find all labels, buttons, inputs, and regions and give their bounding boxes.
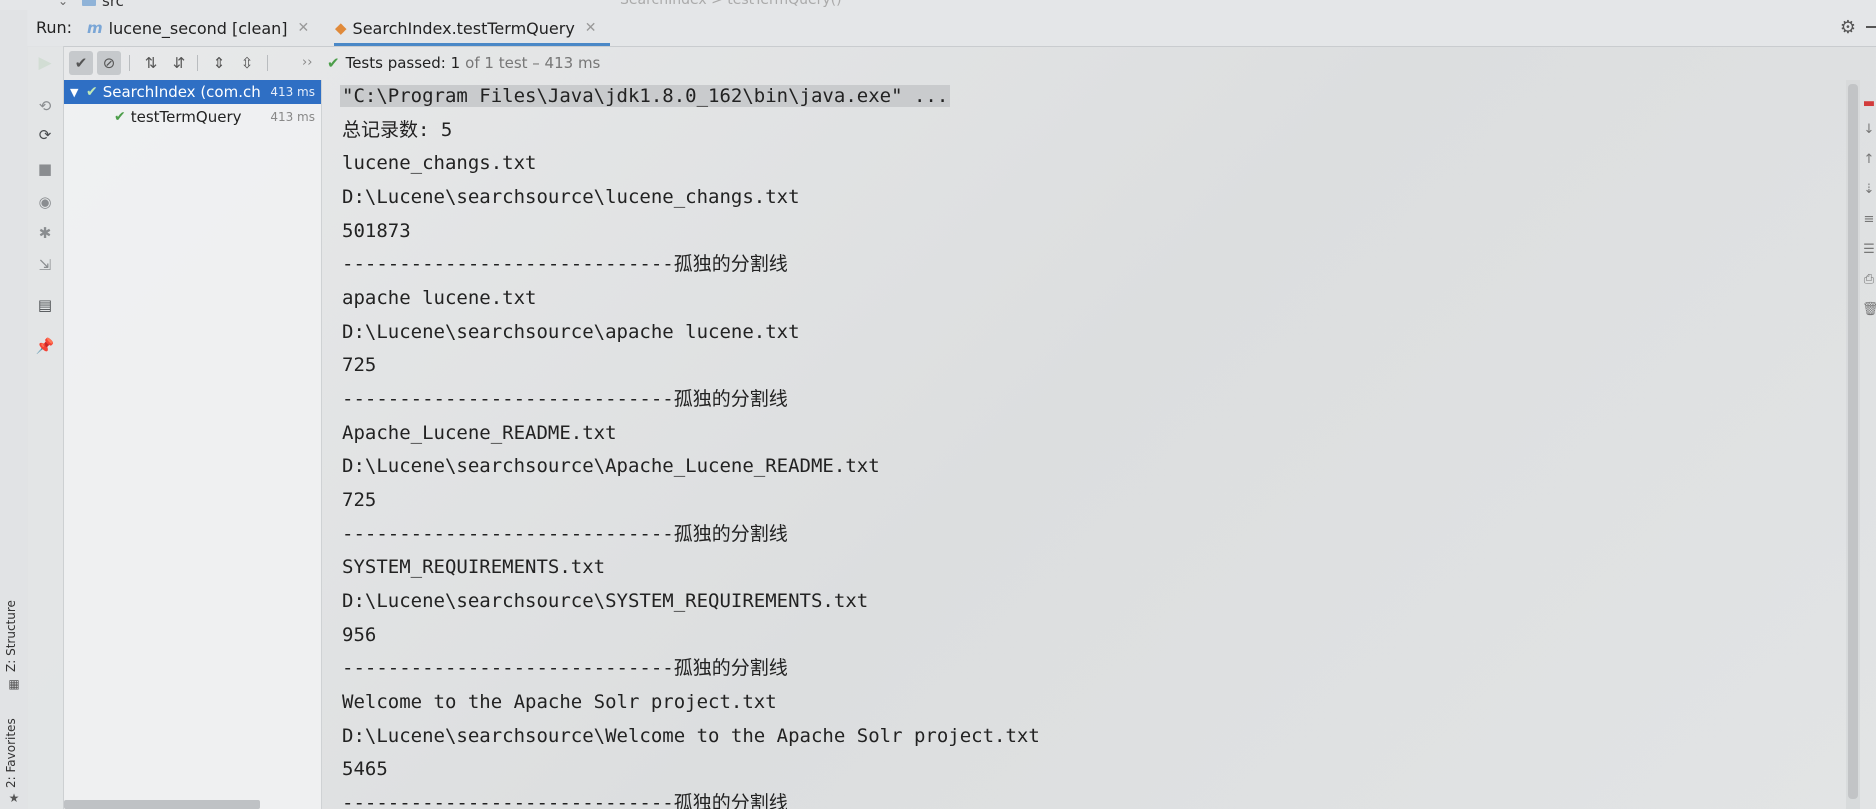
sort-alphabetically-button[interactable]: ⇅ (139, 51, 163, 75)
tree-item-label: SearchIndex (com.ch (102, 83, 261, 101)
project-tree-src-label[interactable]: src (102, 0, 124, 10)
minimize-icon[interactable] (1866, 26, 1876, 28)
check-icon: ✔ (327, 54, 340, 72)
rerun-failed-icon[interactable]: ⟲ (35, 96, 55, 116)
tree-item-time: 413 ms (270, 85, 315, 99)
check-icon: ✔ (86, 84, 98, 100)
console-line: 956 (342, 624, 377, 646)
scroll-to-end-icon[interactable]: ⇣ (1862, 182, 1876, 197)
favorites-tool-tab[interactable]: 2: Favorites (4, 718, 18, 788)
test-results-tree: ▼ ✔ SearchIndex (com.ch 413 ms ✔ testTer… (64, 80, 322, 809)
tree-item-searchindex[interactable]: ▼ ✔ SearchIndex (com.ch 413 ms (64, 80, 321, 104)
check-icon: ✔ (114, 109, 126, 125)
toolbar-separator (197, 55, 198, 71)
console-line: -----------------------------孤独的分割线 (342, 388, 788, 410)
horizontal-scrollbar[interactable] (64, 800, 260, 809)
status-passed: Tests passed: 1 (345, 54, 461, 72)
toolbar-separator (129, 55, 130, 71)
star-icon: ★ (8, 791, 20, 805)
print-icon[interactable]: ⎙ (1862, 272, 1876, 287)
console-line: -----------------------------孤独的分割线 (342, 657, 788, 679)
expand-all-button[interactable]: ⇕ (207, 51, 231, 75)
show-ignored-toggle[interactable]: ⊘ (97, 51, 121, 75)
filter-icon[interactable]: ☰ (1862, 242, 1876, 257)
left-tool-stripe: ▦ Z: Structure ★ 2: Favorites (0, 10, 28, 809)
run-label: Run: (36, 18, 73, 37)
close-icon[interactable]: ✕ (585, 20, 597, 36)
console-line: 5465 (342, 758, 388, 780)
console-right-toolbar: ▬ ↓ ↑ ⇣ ≡ ☰ ⎙ 🗑 (1860, 80, 1876, 809)
console-line: Apache_Lucene_README.txt (342, 422, 617, 444)
chevron-down-icon[interactable]: ⌄ (58, 0, 68, 8)
console-line: apache lucene.txt (342, 287, 537, 309)
trash-icon[interactable]: 🗑 (1862, 302, 1876, 317)
test-runner-toolbar: ▶ ✔ ⊘ ⇅ ⇵ ⇕ ⇳ ›› ✔ Tests passed: 1 of 1 … (27, 46, 1876, 80)
editor-remnant-strip: ⌄ src SearchIndex > testTermQuery() (0, 0, 1876, 10)
console-line: 725 (342, 489, 377, 511)
junit-icon: ◆ (335, 19, 347, 37)
debug-icon[interactable]: ✱ (35, 223, 55, 243)
folder-icon (82, 0, 96, 6)
import-tests-icon[interactable]: ⇲ (35, 255, 55, 275)
error-marker-icon: ▬ (1862, 96, 1876, 111)
console-line: Welcome to the Apache Solr project.txt (342, 691, 777, 713)
console-vertical-scrollbar[interactable] (1846, 80, 1860, 809)
gear-icon[interactable]: ⚙ (1840, 17, 1856, 38)
tab-searchindex-testtermquery[interactable]: ◆ SearchIndex.testTermQuery ✕ (327, 10, 605, 46)
stop-icon[interactable]: ■ (35, 159, 55, 179)
console-line: 总记录数: 5 (342, 119, 453, 141)
console-line: lucene_changs.txt (342, 152, 537, 174)
tab-lucene-second-clean[interactable]: m lucene_second [clean] ✕ (87, 10, 309, 46)
maven-icon: m (87, 19, 103, 37)
camera-icon[interactable]: ◉ (35, 192, 55, 212)
console-line: -----------------------------孤独的分割线 (342, 253, 788, 275)
tree-item-time: 413 ms (270, 110, 315, 124)
test-status: ✔ Tests passed: 1 of 1 test – 413 ms (327, 54, 600, 72)
console-line: SYSTEM_REQUIREMENTS.txt (342, 556, 606, 578)
console-line: 725 (342, 354, 377, 376)
console-line: -----------------------------孤独的分割线 (342, 523, 788, 545)
run-side-toolbar: ⟲ ⟳ ■ ◉ ✱ ⇲ ▤ 📌 (27, 46, 64, 809)
show-passed-toggle[interactable]: ✔ (69, 51, 93, 75)
structure-tool-tab[interactable]: Z: Structure (4, 600, 18, 672)
pin-icon[interactable]: 📌 (35, 336, 55, 356)
tree-item-testtermquery[interactable]: ✔ testTermQuery 413 ms (64, 105, 321, 129)
close-icon[interactable]: ✕ (298, 20, 310, 36)
console-output[interactable]: "C:\Program Files\Java\jdk1.8.0_162\bin\… (322, 80, 1846, 809)
scrollbar-thumb[interactable] (1848, 84, 1858, 799)
arrow-up-icon[interactable]: ↑ (1862, 152, 1876, 167)
arrow-down-icon[interactable]: ↓ (1862, 122, 1876, 137)
soft-wrap-icon[interactable]: ≡ (1862, 212, 1876, 227)
console-line: D:\Lucene\searchsource\lucene_changs.txt (342, 186, 800, 208)
console-line: -----------------------------孤独的分割线 (342, 792, 788, 809)
toolbar-separator (267, 55, 268, 71)
breadcrumb-ghost: SearchIndex > testTermQuery() (620, 0, 842, 8)
layout-icon[interactable]: ▤ (35, 295, 55, 315)
console-line: D:\Lucene\searchsource\apache lucene.txt (342, 321, 800, 343)
console-line: D:\Lucene\searchsource\Welcome to the Ap… (342, 725, 1040, 747)
sort-by-duration-button[interactable]: ⇵ (167, 51, 191, 75)
console-line: 501873 (342, 220, 411, 242)
status-detail: of 1 test – 413 ms (465, 54, 601, 72)
console-line: D:\Lucene\searchsource\Apache_Lucene_REA… (342, 455, 880, 477)
console-line: "C:\Program Files\Java\jdk1.8.0_162\bin\… (340, 85, 951, 107)
tree-item-label: testTermQuery (130, 108, 242, 126)
toggle-auto-test-icon[interactable]: ⟳ (35, 125, 55, 145)
console-line: D:\Lucene\searchsource\SYSTEM_REQUIREMEN… (342, 590, 869, 612)
structure-icon: ▦ (8, 677, 20, 691)
tab-label: SearchIndex.testTermQuery (352, 18, 575, 38)
run-tool-header: Run: m lucene_second [clean] ✕ ◆ SearchI… (27, 10, 1876, 47)
tab-label: lucene_second [clean] (108, 18, 288, 38)
more-actions-icon[interactable]: ›› (302, 55, 312, 70)
chevron-down-icon[interactable]: ▼ (70, 86, 86, 99)
collapse-all-button[interactable]: ⇳ (235, 51, 259, 75)
